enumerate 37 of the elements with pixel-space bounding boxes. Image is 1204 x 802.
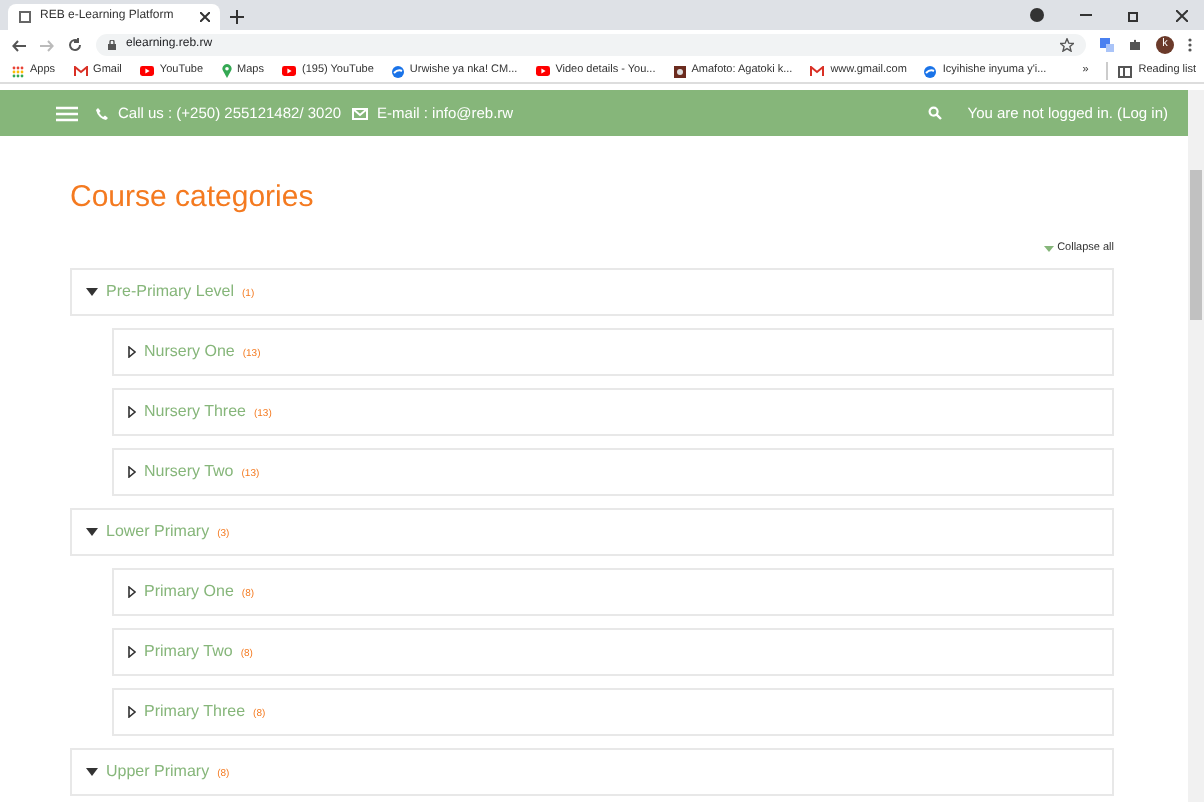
play-icon bbox=[535, 66, 550, 76]
play-icon bbox=[139, 66, 154, 76]
phone-icon bbox=[96, 107, 108, 119]
caret-down-icon[interactable] bbox=[86, 528, 98, 537]
caret-right-icon[interactable] bbox=[128, 406, 136, 419]
list-icon bbox=[1118, 65, 1133, 77]
translate-icon[interactable] bbox=[1100, 38, 1114, 52]
scrollbar[interactable] bbox=[1188, 90, 1204, 802]
mail-icon bbox=[73, 66, 88, 76]
caret-right-icon[interactable] bbox=[128, 646, 136, 659]
grid-icon bbox=[12, 65, 24, 77]
caret-icon bbox=[1043, 245, 1054, 252]
puzzle-icon[interactable] bbox=[1128, 38, 1142, 52]
caret-down-icon[interactable] bbox=[86, 288, 98, 297]
caret-right-icon[interactable] bbox=[128, 706, 136, 719]
caret-right-icon[interactable] bbox=[128, 586, 136, 599]
map-pin-icon bbox=[221, 64, 232, 78]
mail-icon bbox=[810, 66, 825, 76]
photo-icon bbox=[673, 65, 686, 77]
caret-right-icon[interactable] bbox=[128, 346, 136, 359]
back-arrow-icon[interactable] bbox=[12, 39, 26, 51]
page-title: Course categories bbox=[70, 180, 316, 216]
caret-right-icon[interactable] bbox=[128, 466, 136, 479]
play-icon bbox=[282, 66, 296, 76]
star-icon[interactable] bbox=[1060, 38, 1074, 52]
globe-icon bbox=[924, 65, 937, 77]
page-icon bbox=[18, 10, 32, 24]
reload-icon[interactable] bbox=[68, 38, 82, 52]
restore-icon[interactable] bbox=[1128, 10, 1140, 22]
record-icon[interactable] bbox=[1030, 8, 1044, 22]
new-tab-icon[interactable] bbox=[230, 10, 244, 24]
envelope-icon bbox=[351, 107, 368, 119]
lock-icon bbox=[108, 40, 116, 50]
globe-icon bbox=[391, 65, 404, 77]
caret-down-icon[interactable] bbox=[86, 768, 98, 777]
close-icon[interactable] bbox=[1176, 10, 1188, 22]
close-icon[interactable] bbox=[200, 12, 210, 22]
